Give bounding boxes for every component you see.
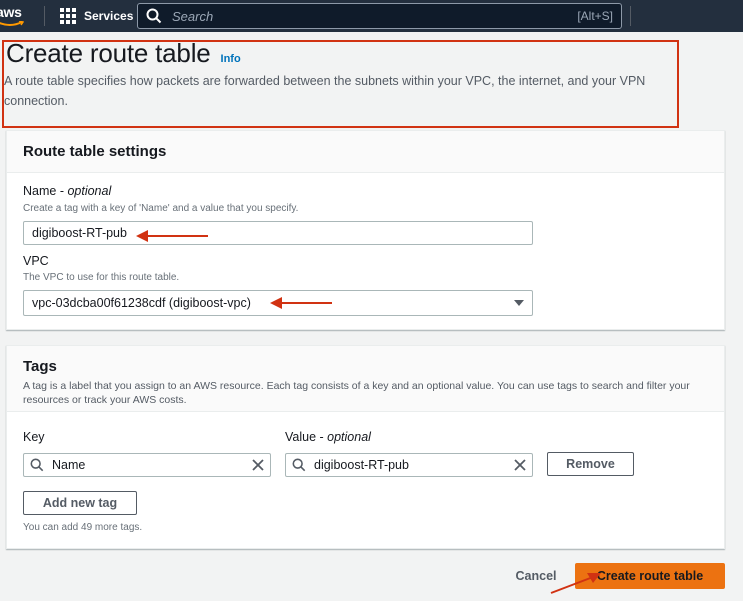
- search-icon: [292, 458, 306, 472]
- vpc-select-value: vpc-03dcba00f61238cdf (digiboost-vpc): [32, 296, 251, 310]
- aws-smile-icon: [0, 21, 24, 26]
- route-table-settings-panel: Route table settings Name - optional Cre…: [6, 130, 725, 330]
- services-grid-icon: [60, 8, 76, 24]
- add-new-tag-button[interactable]: Add new tag: [23, 491, 137, 515]
- caret-down-icon: [514, 300, 524, 306]
- page-header: Create route table Info A route table sp…: [0, 38, 743, 111]
- tag-key-label: Key: [23, 430, 45, 444]
- remove-tag-button[interactable]: Remove: [547, 452, 634, 476]
- aws-logo[interactable]: aws: [0, 4, 30, 28]
- name-field-hint: Create a tag with a key of 'Name' and a …: [23, 203, 299, 214]
- nav-divider: [630, 6, 631, 26]
- tag-limit-text: You can add 49 more tags.: [23, 522, 143, 533]
- tags-panel-header: Tags A tag is a label that you assign to…: [7, 346, 724, 412]
- tags-panel: Tags A tag is a label that you assign to…: [6, 345, 725, 549]
- search-icon: [30, 458, 44, 472]
- clear-icon[interactable]: [252, 459, 264, 471]
- search-shortcut-hint: [Alt+S]: [577, 9, 613, 23]
- nav-divider: [44, 6, 45, 26]
- vpc-field-label: VPC: [23, 254, 49, 268]
- cancel-button[interactable]: Cancel: [506, 565, 566, 587]
- vpc-field-hint: The VPC to use for this route table.: [23, 272, 180, 283]
- global-search-bar[interactable]: [Alt+S]: [137, 3, 622, 29]
- settings-panel-header: Route table settings: [7, 131, 724, 173]
- name-optional-text: optional: [67, 184, 112, 198]
- search-icon: [146, 8, 162, 24]
- tag-value-input[interactable]: digiboost-RT-pub: [285, 453, 533, 477]
- settings-panel-title: Route table settings: [23, 143, 167, 160]
- vpc-select[interactable]: vpc-03dcba00f61238cdf (digiboost-vpc): [23, 290, 533, 316]
- tag-key-value: Name: [52, 458, 86, 472]
- tag-value-label: Value - optional: [285, 430, 371, 444]
- tag-key-input[interactable]: Name: [23, 453, 271, 477]
- services-menu-button[interactable]: Services: [60, 0, 133, 32]
- create-route-table-button[interactable]: Create route table: [575, 563, 725, 589]
- name-input-value: digiboost-RT-pub: [32, 226, 127, 240]
- global-search-input[interactable]: [172, 8, 578, 24]
- tags-panel-description: A tag is a label that you assign to an A…: [23, 380, 690, 406]
- name-label-text: Name -: [23, 184, 68, 198]
- tag-value-optional-text: optional: [327, 430, 371, 444]
- aws-logo-text: aws: [0, 4, 22, 20]
- tags-panel-title: Tags: [23, 358, 57, 375]
- services-label: Services: [84, 9, 134, 23]
- page-title: Create route table: [6, 38, 211, 68]
- name-field-label: Name - optional: [23, 184, 111, 198]
- tag-value-label-text: Value -: [285, 430, 328, 444]
- name-input[interactable]: digiboost-RT-pub: [23, 221, 533, 245]
- page-description: A route table specifies how packets are …: [4, 74, 646, 108]
- tag-value-value: digiboost-RT-pub: [314, 458, 409, 472]
- top-navigation-bar: aws Services [Alt+S]: [0, 0, 743, 32]
- info-link[interactable]: Info: [221, 53, 241, 65]
- clear-icon[interactable]: [514, 459, 526, 471]
